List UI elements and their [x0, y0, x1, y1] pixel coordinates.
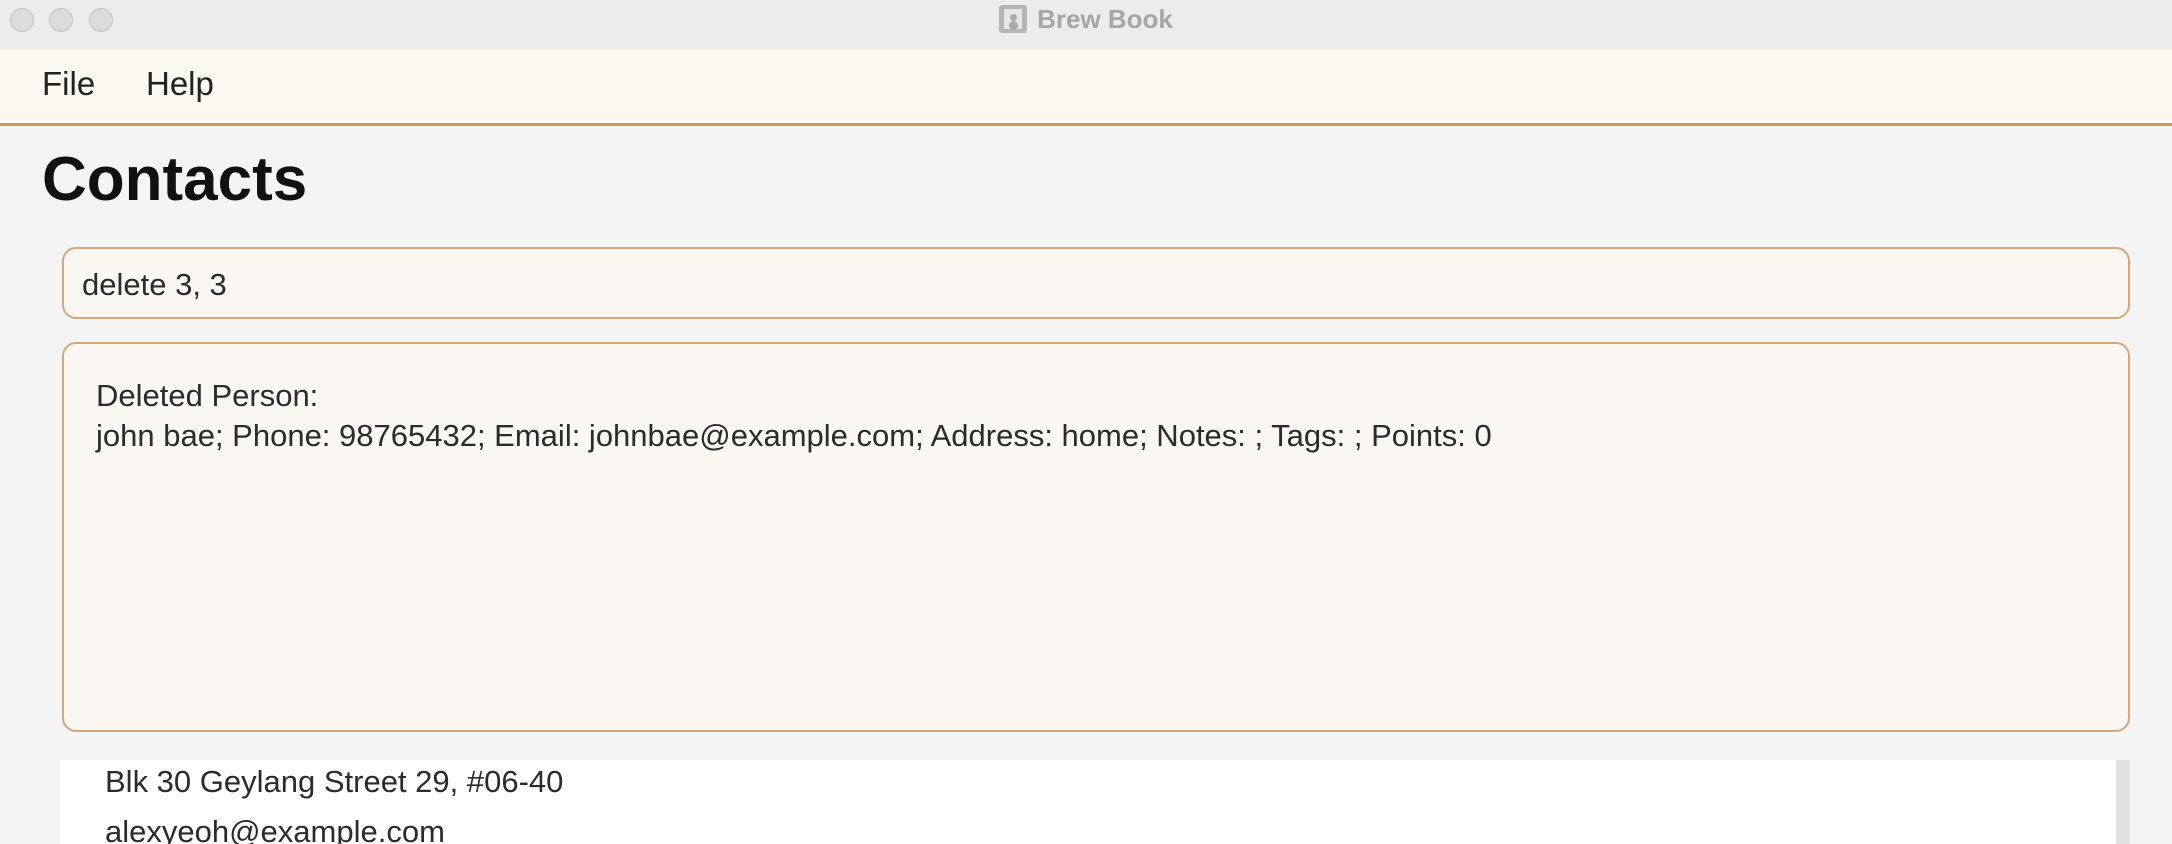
- page-title: Contacts: [42, 145, 308, 214]
- command-input[interactable]: delete 3, 3: [62, 247, 2130, 319]
- contact-list[interactable]: Blk 30 Geylang Street 29, #06-40 alexyeo…: [60, 760, 2118, 844]
- menu-bar: File Help: [0, 49, 2172, 126]
- contact-email: alexyeoh@example.com: [105, 814, 445, 844]
- window-titlebar: Brew Book: [0, 0, 2172, 50]
- result-display: Deleted Person: john bae; Phone: 9876543…: [62, 342, 2130, 732]
- window-title-group: Brew Book: [0, 0, 2172, 38]
- window-title: Brew Book: [1037, 3, 1173, 34]
- contact-address: Blk 30 Geylang Street 29, #06-40: [105, 764, 564, 799]
- contact-list-scrollbar[interactable]: [2116, 760, 2130, 844]
- menu-file[interactable]: File: [38, 65, 99, 103]
- result-heading: Deleted Person:: [96, 378, 319, 413]
- result-detail: john bae; Phone: 98765432; Email: johnba…: [96, 418, 1492, 453]
- address-book-icon: [999, 5, 1028, 33]
- menu-help[interactable]: Help: [142, 65, 218, 103]
